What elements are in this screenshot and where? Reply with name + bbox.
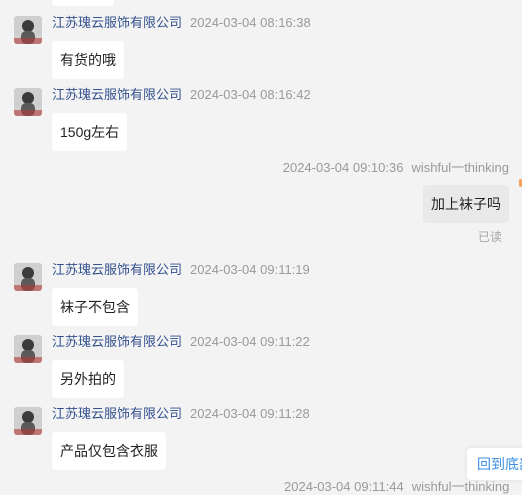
- sender-name[interactable]: 江苏瑰云服饰有限公司: [52, 87, 182, 102]
- message-meta: 江苏瑰云服饰有限公司 2024-03-04 09:11:28: [52, 406, 310, 422]
- shop-avatar-icon[interactable]: [14, 88, 42, 116]
- shop-avatar-icon[interactable]: [14, 407, 42, 435]
- message-bubble[interactable]: 袜子不包含: [52, 288, 138, 326]
- shop-avatar-icon[interactable]: [14, 335, 42, 363]
- message-bubble-self[interactable]: 加上袜子吗: [423, 185, 509, 223]
- message-time: 2024-03-04 09:11:19: [190, 262, 310, 277]
- message-bubble[interactable]: 有货的哦: [52, 41, 124, 79]
- sender-name[interactable]: 江苏瑰云服饰有限公司: [52, 406, 182, 421]
- sender-name[interactable]: 江苏瑰云服饰有限公司: [52, 334, 182, 349]
- back-to-bottom-button[interactable]: 回到底部: [467, 448, 522, 480]
- message-time: 2024-03-04 09:11:22: [190, 334, 310, 349]
- message-meta: 江苏瑰云服饰有限公司 2024-03-04 09:11:22: [52, 334, 310, 350]
- sender-name: wishful一thinking: [411, 479, 510, 494]
- message-bubble-partial: [52, 0, 114, 6]
- sender-name[interactable]: 江苏瑰云服饰有限公司: [52, 262, 182, 277]
- message-time: 2024-03-04 08:16:42: [190, 87, 311, 102]
- chat-message-list: 江苏瑰云服饰有限公司 2024-03-04 08:16:38 有货的哦 江苏瑰云服…: [0, 0, 522, 494]
- message-bubble[interactable]: 产品仅包含衣服: [52, 432, 166, 470]
- message-time: 2024-03-04 09:11:28: [190, 406, 310, 421]
- read-status: 已读: [478, 230, 503, 244]
- sender-name: wishful一thinking: [411, 160, 509, 175]
- shop-avatar-icon[interactable]: [14, 16, 42, 44]
- message-meta: 2024-03-04 09:11:44 wishful一thinking: [284, 479, 509, 495]
- shop-avatar-icon[interactable]: [14, 263, 42, 291]
- message-meta: 江苏瑰云服饰有限公司 2024-03-04 08:16:38: [52, 15, 311, 31]
- message-time: 2024-03-04 09:10:36: [282, 160, 404, 175]
- message-meta: 江苏瑰云服饰有限公司 2024-03-04 09:11:19: [52, 262, 310, 278]
- message-meta: 2024-03-04 09:10:36 wishful一thinking: [283, 160, 509, 176]
- message-time: 2024-03-04 08:16:38: [190, 15, 311, 30]
- message-bubble[interactable]: 另外拍的: [52, 360, 124, 398]
- message-meta: 江苏瑰云服饰有限公司 2024-03-04 08:16:42: [52, 87, 311, 103]
- message-bubble[interactable]: 150g左右: [52, 113, 128, 151]
- message-time: 2024-03-04 09:11:44: [284, 479, 404, 494]
- sender-name[interactable]: 江苏瑰云服饰有限公司: [52, 15, 182, 30]
